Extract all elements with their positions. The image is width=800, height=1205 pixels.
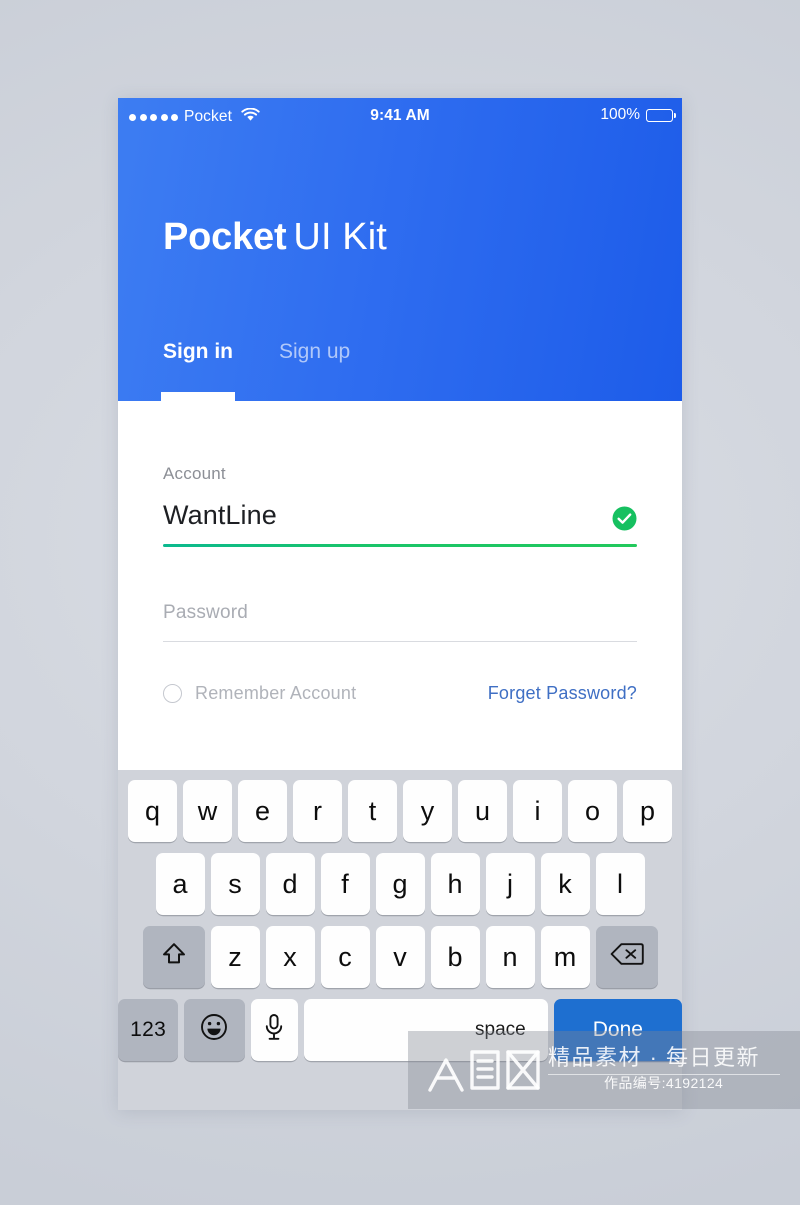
account-field-label: Account — [163, 464, 226, 483]
account-field[interactable]: WantLine — [163, 500, 637, 547]
key-n[interactable]: n — [485, 926, 535, 988]
radio-circle-icon[interactable] — [163, 683, 182, 703]
key-e[interactable]: e — [238, 780, 287, 842]
microphone-icon — [261, 1012, 287, 1049]
key-a[interactable]: a — [155, 853, 205, 915]
key-g[interactable]: g — [375, 853, 425, 915]
key-j[interactable]: j — [485, 853, 535, 915]
keyboard-row-3: z x c v b n m — [118, 926, 682, 988]
key-q[interactable]: q — [128, 780, 177, 842]
password-input[interactable]: Password — [163, 602, 637, 624]
account-underline — [163, 543, 637, 547]
key-u[interactable]: u — [458, 780, 507, 842]
key-x[interactable]: x — [265, 926, 315, 988]
tab-sign-up-label: Sign up — [279, 340, 351, 363]
key-emoji[interactable] — [184, 999, 245, 1061]
page-title-light: UI Kit — [293, 216, 387, 258]
password-underline — [163, 640, 637, 642]
sign-in-form: Account WantLine Password Remember Accou… — [118, 401, 682, 770]
key-l[interactable]: l — [595, 853, 645, 915]
key-s[interactable]: s — [210, 853, 260, 915]
tab-sign-in-label: Sign in — [163, 340, 233, 363]
tab-sign-up[interactable]: Sign up — [279, 340, 350, 401]
key-shift[interactable] — [142, 926, 205, 988]
page-title-strong: Pocket — [163, 216, 287, 258]
key-done[interactable]: Done — [553, 999, 682, 1061]
screenshot-canvas: Pocket 9:41 AM 100% Pocket UI Kit Sign i… — [0, 0, 800, 1205]
remember-account-toggle[interactable]: Remember Account — [163, 683, 356, 704]
key-t[interactable]: t — [348, 780, 397, 842]
key-v[interactable]: v — [375, 926, 425, 988]
keyboard-row-1: q w e r t y u i o p — [118, 780, 682, 842]
key-y[interactable]: y — [403, 780, 452, 842]
key-h[interactable]: h — [430, 853, 480, 915]
status-bar-clock: 9:41 AM — [370, 107, 430, 124]
remember-account-label: Remember Account — [195, 682, 357, 703]
key-space[interactable]: space — [304, 999, 548, 1061]
key-w[interactable]: w — [183, 780, 232, 842]
key-z[interactable]: z — [210, 926, 260, 988]
battery-percent-label: 100% — [600, 106, 640, 123]
key-r[interactable]: r — [293, 780, 342, 842]
check-circle-icon — [612, 506, 637, 531]
key-dictation[interactable] — [250, 999, 299, 1061]
phone-screen: Pocket 9:41 AM 100% Pocket UI Kit Sign i… — [118, 98, 682, 1110]
key-numeric[interactable]: 123 — [118, 999, 179, 1061]
virtual-keyboard: q w e r t y u i o p a s d f g h j k l z … — [118, 770, 682, 1110]
shift-up-arrow-icon — [159, 939, 189, 976]
password-field[interactable]: Password — [163, 602, 637, 642]
key-c[interactable]: c — [320, 926, 370, 988]
form-options-row: Remember Account Forget Password? — [163, 683, 637, 704]
key-f[interactable]: f — [320, 853, 370, 915]
page-title: Pocket UI Kit — [163, 216, 387, 259]
app-header: Pocket 9:41 AM 100% Pocket UI Kit Sign i… — [118, 98, 682, 401]
key-backspace[interactable] — [595, 926, 658, 988]
key-i[interactable]: i — [513, 780, 562, 842]
auth-tabs: Sign in Sign up — [161, 340, 350, 401]
key-d[interactable]: d — [265, 853, 315, 915]
battery-full-icon — [646, 108, 677, 122]
backspace-delete-icon — [610, 941, 644, 974]
key-k[interactable]: k — [540, 853, 590, 915]
keyboard-row-2: a s d f g h j k l — [118, 853, 682, 915]
key-p[interactable]: p — [623, 780, 672, 842]
status-bar: Pocket 9:41 AM 100% — [118, 98, 682, 136]
keyboard-row-4: 123 space Done — [118, 999, 682, 1061]
tab-sign-in[interactable]: Sign in — [161, 340, 235, 401]
status-bar-right: 100% — [600, 106, 677, 124]
key-b[interactable]: b — [430, 926, 480, 988]
account-input[interactable]: WantLine — [163, 500, 637, 531]
key-o[interactable]: o — [568, 780, 617, 842]
smiley-face-icon — [199, 1012, 229, 1049]
forget-password-link[interactable]: Forget Password? — [488, 683, 637, 704]
key-m[interactable]: m — [540, 926, 590, 988]
